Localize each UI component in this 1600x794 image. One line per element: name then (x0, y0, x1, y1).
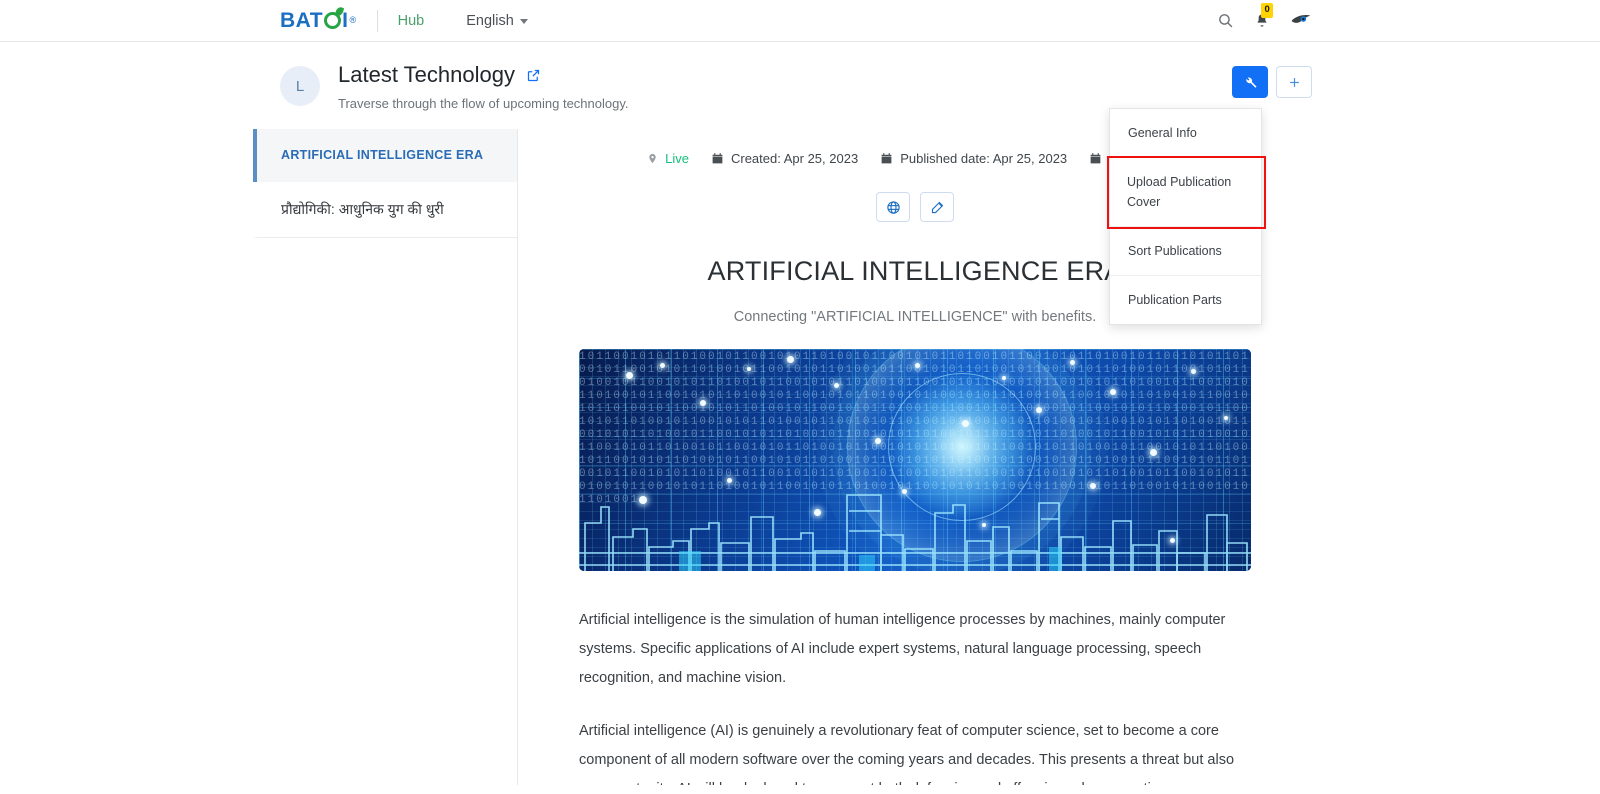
divider (376, 9, 378, 32)
profile-avatar-button[interactable] (1290, 13, 1312, 29)
edit-pencil-icon (931, 201, 943, 213)
nav-item-hub[interactable]: Hub (398, 13, 425, 29)
created-date: Created: Apr 25, 2023 (711, 151, 858, 166)
brand-leaf-o-icon (324, 6, 345, 29)
settings-button[interactable] (1232, 66, 1268, 98)
brand-text-bat: BAT (280, 9, 324, 32)
language-label: English (466, 12, 514, 29)
calendar-icon (1090, 153, 1101, 164)
wrench-icon (1245, 77, 1257, 88)
publication-sidebar: ARTIFICIAL INTELLIGENCE ERA प्रौद्योगिकी… (253, 129, 518, 786)
article-paragraph: Artificial intelligence (AI) is genuinel… (579, 723, 1235, 785)
sidebar-item-hindi-publication[interactable]: प्रौद्योगिकी: आधुनिक युग की धुरी (253, 182, 517, 239)
notification-count-badge: 0 (1261, 2, 1274, 18)
edit-publication-button[interactable] (920, 192, 954, 223)
status-text: Live (665, 151, 689, 167)
search-icon (1219, 14, 1233, 28)
calendar-icon (881, 153, 892, 164)
brand-text-i: I (342, 9, 349, 32)
external-link-icon[interactable] (526, 68, 541, 83)
settings-dropdown-menu: General Info Upload Publication Cover So… (1107, 108, 1266, 325)
publication-avatar: L (280, 66, 320, 106)
plus-icon (1289, 77, 1299, 87)
page-header-actions (1232, 66, 1312, 98)
page-header: L Latest Technology Traverse through the… (0, 42, 1600, 129)
page-body: ARTIFICIAL INTELLIGENCE ERA प्रौद्योगिकी… (0, 129, 1600, 786)
search-button[interactable] (1217, 12, 1234, 29)
add-button[interactable] (1276, 66, 1312, 98)
published-date-text: Published date: Apr 25, 2023 (900, 151, 1068, 167)
menu-item-upload-publication-cover[interactable]: Upload Publication Cover (1107, 156, 1266, 229)
hero-node-dots (579, 349, 1251, 571)
location-pin-icon (649, 154, 656, 164)
top-navigation-bar: BAT I ® Hub English 0 (0, 0, 1600, 42)
brand-registered-mark: ® (349, 15, 357, 25)
calendar-icon (712, 153, 723, 164)
menu-item-general-info[interactable]: General Info (1110, 109, 1261, 158)
user-avatar-icon (1291, 14, 1311, 23)
globe-icon (886, 201, 900, 214)
notifications-button[interactable]: 0 (1254, 2, 1274, 30)
batoi-logo[interactable]: BAT I ® (280, 6, 357, 32)
created-date-text: Created: Apr 25, 2023 (730, 151, 859, 167)
page-title-text: Latest Technology (338, 62, 515, 87)
article-paragraph: Artificial intelligence is the simulatio… (579, 612, 1226, 687)
status-badge: Live (647, 151, 689, 166)
published-date: Published date: Apr 25, 2023 (880, 151, 1067, 166)
menu-item-sort-publications[interactable]: Sort Publications (1110, 227, 1261, 276)
page-subtitle: Traverse through the flow of upcoming te… (338, 96, 629, 112)
page-title: Latest Technology (338, 62, 629, 88)
sidebar-item-artificial-intelligence-era[interactable]: ARTIFICIAL INTELLIGENCE ERA (253, 129, 517, 183)
language-selector[interactable]: English (466, 13, 528, 29)
article-hero-image: 1011001010110100101100101011010010110010… (579, 349, 1251, 572)
preview-live-button[interactable] (876, 192, 910, 223)
menu-item-publication-parts[interactable]: Publication Parts (1110, 276, 1261, 324)
chevron-down-icon (519, 19, 528, 24)
